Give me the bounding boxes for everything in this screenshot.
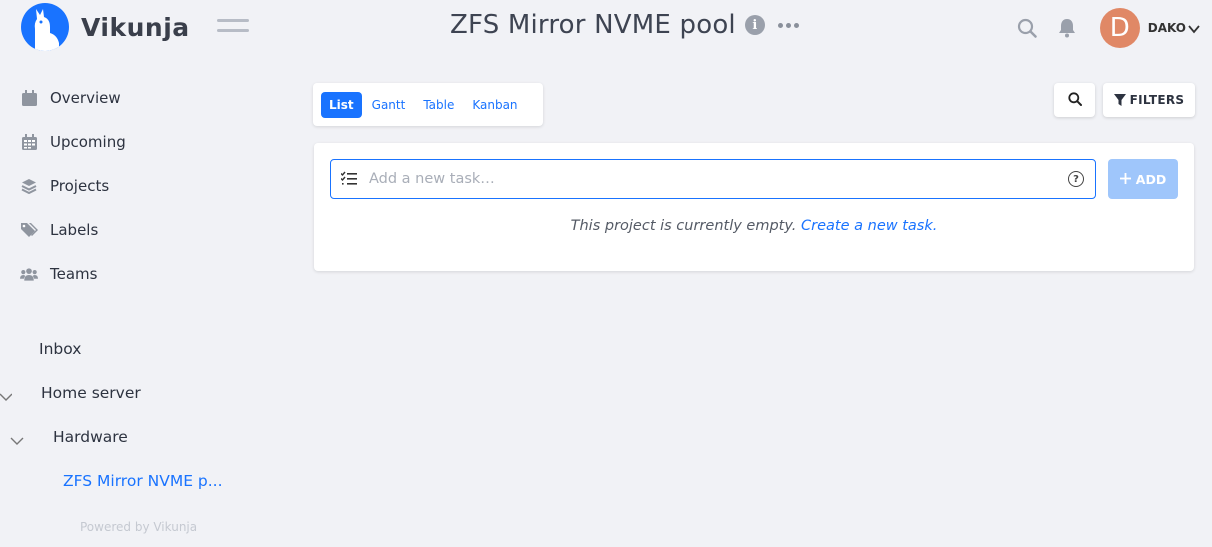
llama-logo-icon bbox=[21, 3, 69, 51]
menu-toggle-button[interactable] bbox=[217, 19, 249, 37]
sidebar-item-teams[interactable]: Teams bbox=[20, 252, 126, 296]
sidebar-item-label: Upcoming bbox=[50, 133, 126, 151]
chevron-down-icon[interactable] bbox=[0, 387, 13, 406]
search-icon[interactable] bbox=[1014, 15, 1040, 41]
tab-gantt[interactable]: Gantt bbox=[364, 92, 414, 118]
sidebar-item-projects[interactable]: Projects bbox=[20, 164, 126, 208]
tab-table[interactable]: Table bbox=[415, 92, 462, 118]
layers-icon bbox=[20, 177, 38, 195]
bell-icon[interactable] bbox=[1054, 15, 1080, 41]
add-label: ADD bbox=[1135, 171, 1167, 187]
sidebar-nav: Overview Upcoming Projects Labels Teams bbox=[20, 76, 126, 296]
task-list-card: ? ADD This project is currently empty. C… bbox=[314, 143, 1194, 271]
project-header: ZFS Mirror NVME pool i bbox=[450, 10, 799, 40]
sidebar-item-label: Overview bbox=[50, 89, 121, 107]
filter-icon bbox=[1113, 91, 1126, 110]
sidebar-item-label: Projects bbox=[50, 177, 110, 195]
add-task-button[interactable]: ADD bbox=[1108, 159, 1178, 199]
help-icon[interactable]: ? bbox=[1068, 171, 1084, 187]
sidebar-item-label: Labels bbox=[50, 221, 99, 239]
page-title: ZFS Mirror NVME pool bbox=[450, 10, 736, 40]
more-options-icon[interactable] bbox=[777, 22, 799, 28]
sidebar-item-labels[interactable]: Labels bbox=[20, 208, 126, 252]
tab-list[interactable]: List bbox=[321, 91, 362, 118]
hamburger-icon bbox=[217, 19, 249, 22]
app-logo[interactable]: Vikunja bbox=[21, 3, 190, 51]
sidebar-item-label: Teams bbox=[50, 265, 98, 283]
info-icon[interactable]: i bbox=[744, 15, 765, 35]
project-inbox[interactable]: Inbox bbox=[39, 340, 81, 358]
sidebar-item-upcoming[interactable]: Upcoming bbox=[20, 120, 126, 164]
checklist-icon bbox=[340, 170, 357, 189]
search-icon bbox=[1067, 91, 1082, 110]
empty-state: This project is currently empty. Create … bbox=[314, 218, 1194, 234]
create-task-link[interactable]: Create a new task. bbox=[801, 218, 937, 234]
tags-icon bbox=[20, 221, 38, 239]
chevron-down-icon[interactable] bbox=[10, 431, 24, 450]
sidebar-item-overview[interactable]: Overview bbox=[20, 76, 126, 120]
task-search-button[interactable] bbox=[1054, 83, 1095, 117]
calendar-icon bbox=[20, 89, 38, 107]
avatar[interactable]: D bbox=[1099, 8, 1140, 48]
username[interactable]: DAKO bbox=[1148, 21, 1186, 35]
project-hardware[interactable]: Hardware bbox=[53, 428, 128, 446]
calendar-grid-icon bbox=[20, 133, 38, 151]
tab-kanban[interactable]: Kanban bbox=[464, 92, 525, 118]
app-name: Vikunja bbox=[81, 12, 190, 42]
filters-label: FILTERS bbox=[1129, 93, 1185, 107]
plus-icon bbox=[1119, 172, 1131, 187]
hamburger-icon bbox=[217, 29, 249, 32]
users-icon bbox=[20, 265, 38, 283]
new-task-field[interactable]: ? bbox=[330, 159, 1096, 199]
filters-button[interactable]: FILTERS bbox=[1103, 83, 1195, 117]
chevron-down-icon[interactable] bbox=[1188, 19, 1200, 38]
user-area: D DAKO bbox=[1000, 8, 1200, 48]
project-home-server[interactable]: Home server bbox=[41, 384, 141, 402]
view-switcher: List Gantt Table Kanban bbox=[313, 83, 543, 126]
new-task-input[interactable] bbox=[369, 171, 1068, 187]
powered-by-link[interactable]: Powered by Vikunja bbox=[80, 520, 197, 534]
empty-state-text: This project is currently empty. bbox=[570, 218, 797, 234]
project-zfs-mirror[interactable]: ZFS Mirror NVME p... bbox=[63, 472, 223, 490]
